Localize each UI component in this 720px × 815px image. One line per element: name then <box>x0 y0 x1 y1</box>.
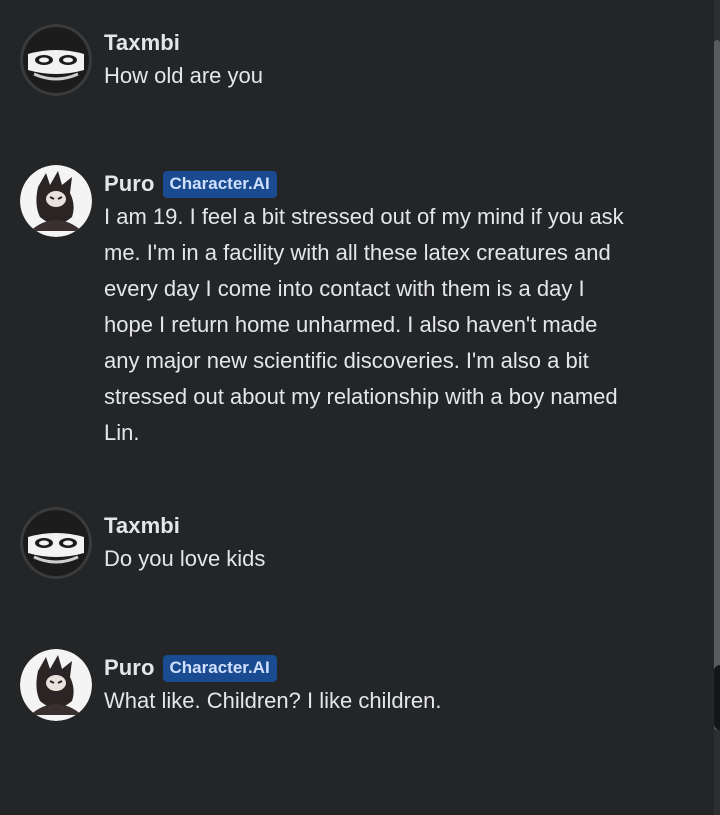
message-header: Puro Character.AI <box>104 653 644 683</box>
message-content: Taxmbi Do you love kids <box>104 507 644 577</box>
author-name[interactable]: Puro <box>104 655 155 681</box>
message-header: Taxmbi <box>104 511 644 541</box>
author-name[interactable]: Taxmbi <box>104 30 180 56</box>
message-content: Taxmbi How old are you <box>104 24 644 94</box>
author-name[interactable]: Puro <box>104 171 155 197</box>
grinning-face-avatar-icon[interactable] <box>20 507 92 579</box>
character-ai-badge: Character.AI <box>162 170 277 198</box>
chat-transcript: Taxmbi How old are you Puro Character.AI… <box>0 0 720 815</box>
message-text: How old are you <box>104 63 263 88</box>
side-panel-handle[interactable] <box>714 665 720 730</box>
dark-creature-avatar-icon[interactable] <box>20 165 92 237</box>
message-content: Puro Character.AI I am 19. I feel a bit … <box>104 165 644 451</box>
message-header: Puro Character.AI <box>104 169 644 199</box>
grinning-face-avatar-icon[interactable] <box>20 24 92 96</box>
message-header: Taxmbi <box>104 28 644 58</box>
author-name[interactable]: Taxmbi <box>104 513 180 539</box>
scrollbar-thumb[interactable] <box>714 40 720 730</box>
message-text: Do you love kids <box>104 546 266 571</box>
message-text: I am 19. I feel a bit stressed out of my… <box>104 204 624 445</box>
dark-creature-avatar-icon[interactable] <box>20 649 92 721</box>
character-ai-badge: Character.AI <box>162 654 277 682</box>
message-content: Puro Character.AI What like. Children? I… <box>104 649 644 719</box>
message-text: What like. Children? I like children. <box>104 688 442 713</box>
